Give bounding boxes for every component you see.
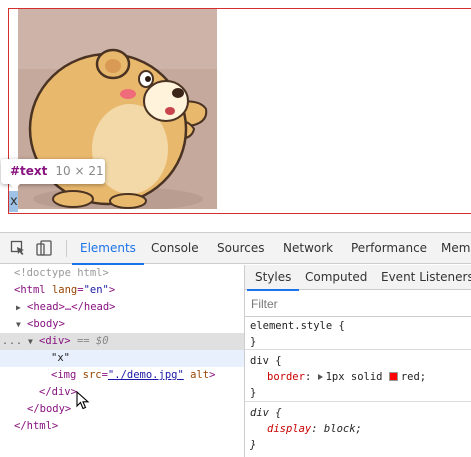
dom-line-div-selected[interactable]: ... ▼ <div> == $0: [0, 333, 244, 350]
head-collapsed-text: <head>…</head>: [27, 301, 116, 313]
devtools-tab-bar: Elements Console Sources Network Perform…: [0, 233, 471, 265]
styles-filter-input[interactable]: [251, 295, 451, 313]
rule-element-style: element.style { }: [245, 318, 471, 350]
devtools-panel: Elements Console Sources Network Perform…: [0, 232, 471, 457]
styles-filter-bar: [245, 291, 471, 317]
device-toolbar-icon[interactable]: [36, 240, 52, 256]
tab-performance[interactable]: Performance: [351, 233, 427, 264]
border-property: border: [267, 371, 305, 383]
ua-div-selector[interactable]: div {: [245, 405, 471, 421]
div-rule-selector[interactable]: div {: [245, 353, 471, 369]
dom-line-head[interactable]: ▶ <head>…</head>: [0, 299, 244, 316]
styles-subtab-bar: Styles Computed Event Listeners: [245, 265, 471, 291]
tooltip-node-name: #text: [10, 164, 48, 178]
body-open-tag: <body>: [27, 318, 65, 330]
html-close-tag: </html>: [14, 420, 59, 432]
div-close-tag: </div>: [39, 386, 77, 398]
dom-line-text-node[interactable]: "x": [0, 350, 244, 367]
dom-line-html-close[interactable]: </html>: [0, 418, 244, 435]
dom-line-html[interactable]: <html lang="en">: [0, 282, 244, 299]
toolbar-separator: [66, 240, 67, 257]
img-alt-attr: alt: [190, 369, 210, 381]
tab-memory[interactable]: Memo: [441, 233, 471, 264]
div-open-line: <div> == $0: [39, 333, 109, 350]
dom-line-img[interactable]: <img src="./demo.jpg" alt>: [0, 367, 244, 384]
dom-line-body[interactable]: ▼ <body>: [0, 316, 244, 333]
inspect-tooltip: #text 10 × 21: [1, 159, 105, 184]
doctype-text: <!doctype html>: [14, 267, 109, 279]
subtab-event-listeners[interactable]: Event Listeners: [381, 265, 471, 290]
img-tag-line: <img src="./demo.jpg" alt>: [51, 369, 216, 381]
ua-div-close: }: [250, 439, 257, 451]
img-tag-name: <img: [51, 369, 77, 381]
display-value: block: [323, 423, 356, 435]
body-close-tag: </body>: [27, 403, 72, 415]
tab-console[interactable]: Console: [151, 233, 199, 264]
expand-head-icon[interactable]: ▶: [16, 299, 21, 316]
display-property: display: [267, 423, 312, 435]
html-open-tag: <html lang="en">: [14, 284, 116, 296]
subtab-styles[interactable]: Styles: [246, 265, 300, 291]
collapse-body-icon[interactable]: ▼: [16, 316, 21, 333]
img-close-bracket: >: [209, 369, 216, 381]
html-attr-value: "en": [83, 284, 109, 296]
dom-line-doctype[interactable]: <!doctype html>: [0, 265, 244, 282]
tooltip-dimensions: 10 × 21: [55, 164, 104, 178]
inspect-element-icon[interactable]: [10, 240, 26, 256]
collapse-div-icon[interactable]: ▼: [28, 333, 33, 350]
img-src-attr: src: [82, 369, 102, 381]
border-color-value: red: [400, 371, 420, 383]
elements-dom-tree: <!doctype html> <html lang="en"> ▶ <head…: [0, 265, 244, 457]
mouse-cursor-icon: [76, 391, 90, 410]
img-src-link[interactable]: "./demo.jpg": [108, 369, 184, 381]
dom-line-body-close[interactable]: </body>: [0, 401, 244, 418]
tooltip-arrow: [9, 183, 21, 189]
tab-network[interactable]: Network: [283, 233, 333, 264]
dom-line-div-close[interactable]: </div>: [0, 384, 244, 401]
text-node-value: "x": [51, 352, 70, 364]
tab-elements[interactable]: Elements: [72, 233, 144, 265]
border-value: 1px solid: [325, 371, 389, 383]
html-tag-name: <html: [14, 284, 46, 296]
div-open-tag: <div>: [39, 335, 71, 347]
expand-shorthand-icon[interactable]: [317, 374, 323, 380]
element-style-selector[interactable]: element.style {: [245, 318, 471, 334]
display-declaration: display: block;: [267, 423, 362, 435]
tab-sources[interactable]: Sources: [217, 233, 264, 264]
page-preview: x #text 10 × 21: [0, 0, 471, 232]
html-attr-name: lang: [51, 284, 78, 296]
text-node: x: [10, 194, 18, 209]
element-style-close: }: [250, 336, 257, 348]
rule-div-border: div { border: 1px solid red; }: [245, 351, 471, 402]
styles-pane: Styles Computed Event Listeners element.…: [244, 265, 471, 457]
subtab-computed[interactable]: Computed: [305, 265, 367, 290]
div-rule-close: }: [250, 387, 257, 399]
rule-div-display: div { display: block; }: [245, 403, 471, 457]
more-actions-icon[interactable]: ...: [2, 333, 23, 350]
color-swatch-icon[interactable]: [388, 372, 398, 381]
selected-marker: == $0: [76, 335, 109, 347]
border-declaration[interactable]: border: 1px solid red;: [245, 369, 471, 385]
